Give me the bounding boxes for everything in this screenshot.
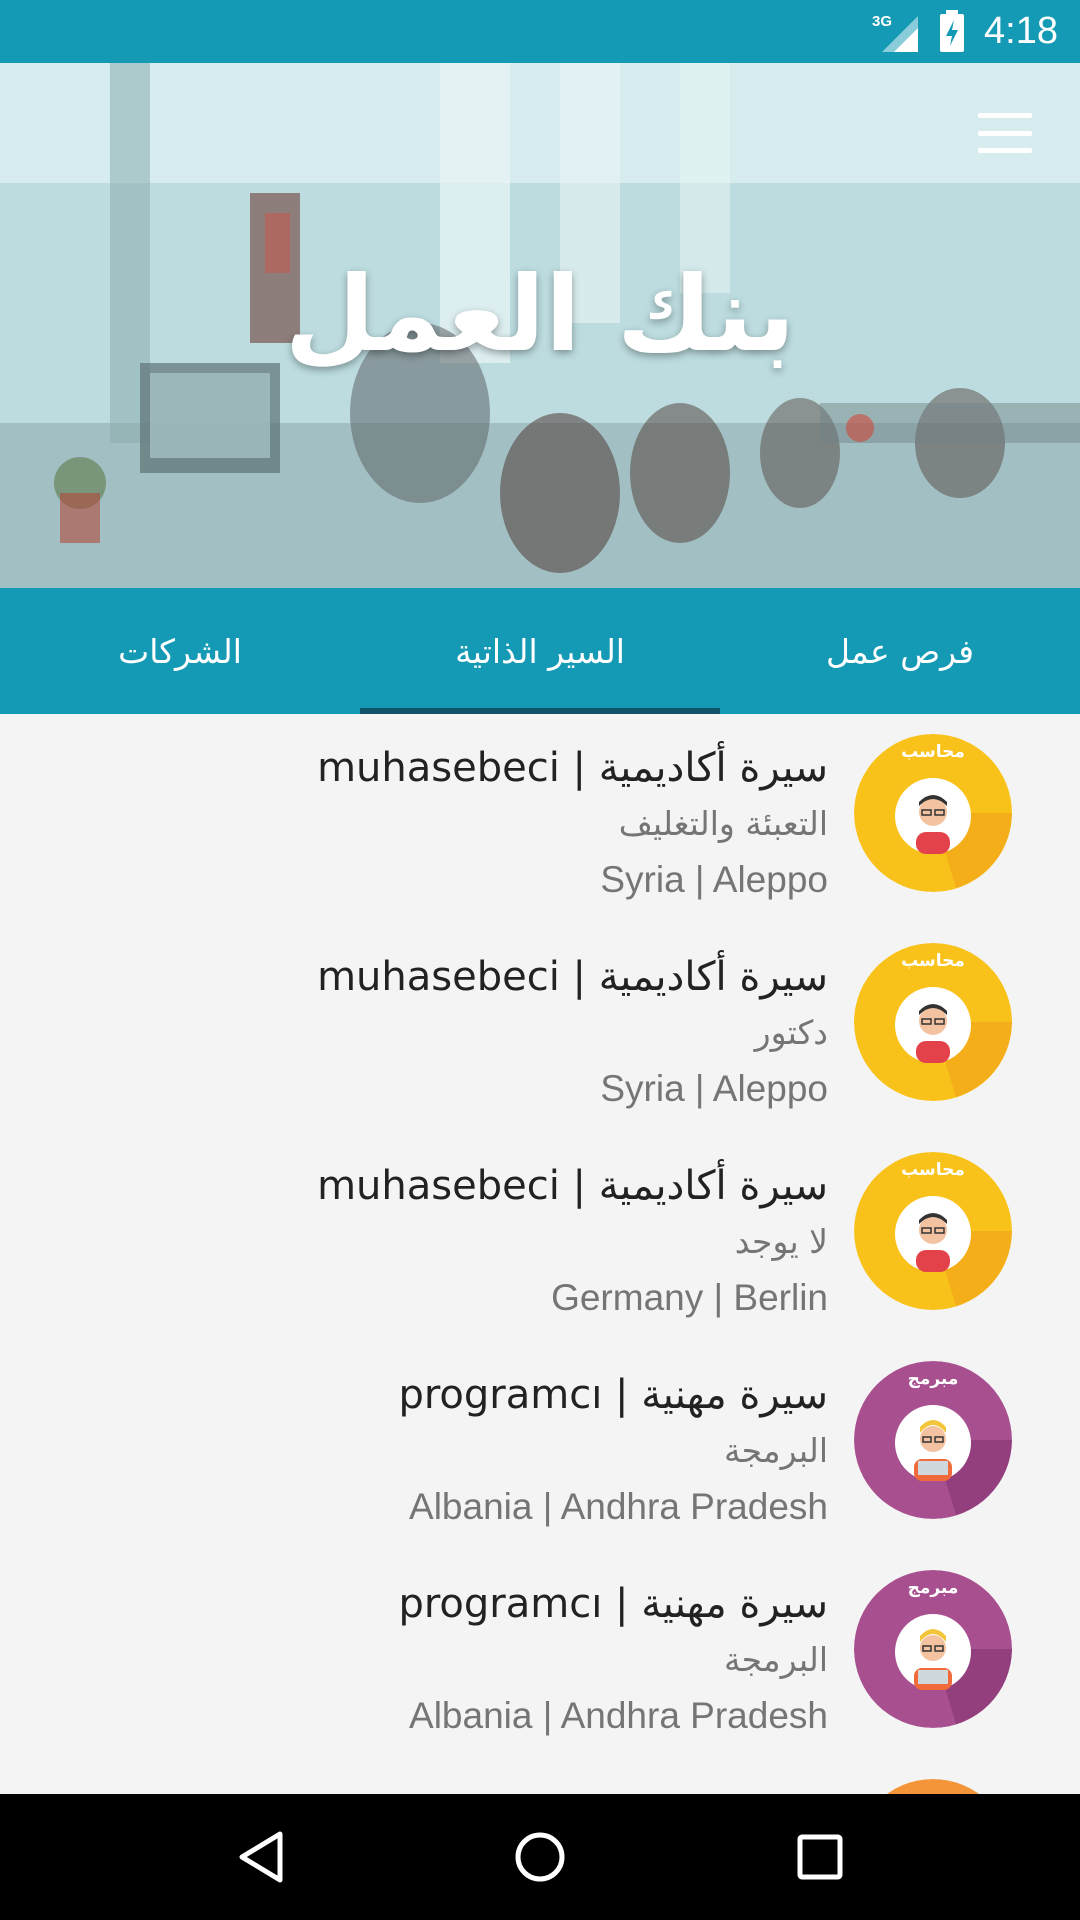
hero-header: بنك العمل	[0, 63, 1080, 588]
list-item-text: muhasebeci | سيرة أكاديمية لا يوجد Germa…	[128, 1157, 828, 1327]
list-item[interactable]: muhasebeci | سيرة أكاديمية لا يوجد Germa…	[0, 1132, 1080, 1341]
list-item-text: muhasebeci | سيرة أكاديمية التعبئة والتغ…	[128, 739, 828, 909]
accountant-avatar-icon: محاسب	[854, 734, 1012, 892]
avatar-partial-icon	[854, 1779, 1012, 1794]
programmer-avatar-icon: مبرمج	[854, 1570, 1012, 1728]
accountant-avatar-icon: محاسب	[854, 1152, 1012, 1310]
battery-charging-icon	[938, 9, 966, 54]
resume-field: البرمجة	[723, 1640, 828, 1679]
resume-location: Albania | Andhra Pradesh	[409, 1695, 828, 1736]
resume-location: Syria | Aleppo	[600, 1068, 828, 1109]
status-bar: 3G 4:18	[0, 0, 1080, 63]
list-item[interactable]: programcı | سيرة مهنية البرمجة Albania |…	[0, 1341, 1080, 1550]
recents-square-icon	[797, 1834, 843, 1880]
resume-title: muhasebeci | سيرة أكاديمية	[317, 954, 828, 1000]
programmer-avatar-icon: مبرمج	[854, 1361, 1012, 1519]
tab-bar: فرص عمل السير الذاتية الشركات	[0, 588, 1080, 714]
avatar-label: محاسب	[901, 1160, 965, 1180]
list-item-text: programcı | سيرة مهنية البرمجة Albania |…	[128, 1575, 828, 1745]
app-title: بنك العمل	[284, 253, 796, 375]
resume-field: لا يوجد	[734, 1222, 828, 1261]
resume-field: التعبئة والتغليف	[618, 804, 828, 843]
clock: 4:18	[984, 10, 1058, 52]
recents-button[interactable]	[780, 1817, 860, 1897]
resume-location: Syria | Aleppo	[600, 859, 828, 900]
back-button[interactable]	[220, 1817, 300, 1897]
resume-location: Germany | Berlin	[551, 1277, 828, 1318]
navigation-bar	[0, 1794, 1080, 1920]
list-item[interactable]: programcı | سيرة مهنية البرمجة Albania |…	[0, 1550, 1080, 1759]
resume-field: البرمجة	[723, 1431, 828, 1470]
avatar-label: مبرمج	[907, 1369, 959, 1389]
list-item-text: programcı | سيرة مهنية البرمجة Albania |…	[128, 1366, 828, 1536]
home-button[interactable]	[500, 1817, 580, 1897]
resume-title: muhasebeci | سيرة أكاديمية	[317, 1163, 828, 1209]
home-circle-icon	[515, 1832, 565, 1882]
tab-resumes[interactable]: السير الذاتية	[360, 588, 720, 714]
resume-title: muhasebeci | سيرة أكاديمية	[317, 745, 828, 791]
list-item[interactable]: muhasebeci | سيرة أكاديمية التعبئة والتغ…	[0, 714, 1080, 923]
hamburger-menu-icon	[978, 113, 1032, 118]
avatar-label: محاسب	[901, 742, 965, 762]
tab-companies[interactable]: الشركات	[0, 588, 360, 714]
avatar-label: مبرمج	[907, 1578, 959, 1598]
tab-jobs[interactable]: فرص عمل	[720, 588, 1080, 714]
resume-title: programcı | سيرة مهنية	[398, 1581, 828, 1627]
list-item[interactable]	[0, 1759, 1080, 1794]
avatar-label: محاسب	[901, 951, 965, 971]
list-item[interactable]: muhasebeci | سيرة أكاديمية دكتور Syria |…	[0, 923, 1080, 1132]
accountant-avatar-icon: محاسب	[854, 943, 1012, 1101]
list-item-text: muhasebeci | سيرة أكاديمية دكتور Syria |…	[128, 948, 828, 1118]
resume-title: programcı | سيرة مهنية	[398, 1372, 828, 1418]
resume-location: Albania | Andhra Pradesh	[409, 1486, 828, 1527]
resume-list: muhasebeci | سيرة أكاديمية التعبئة والتغ…	[0, 714, 1080, 1794]
signal-3g-icon: 3G	[872, 10, 920, 54]
app-root: 3G 4:18 بنك العمل فرص عمل السير الذاتية …	[0, 0, 1080, 1920]
menu-button[interactable]	[978, 113, 1032, 153]
network-type-label: 3G	[872, 13, 892, 30]
resume-field: دكتور	[754, 1013, 828, 1052]
back-triangle-icon	[239, 1831, 283, 1883]
